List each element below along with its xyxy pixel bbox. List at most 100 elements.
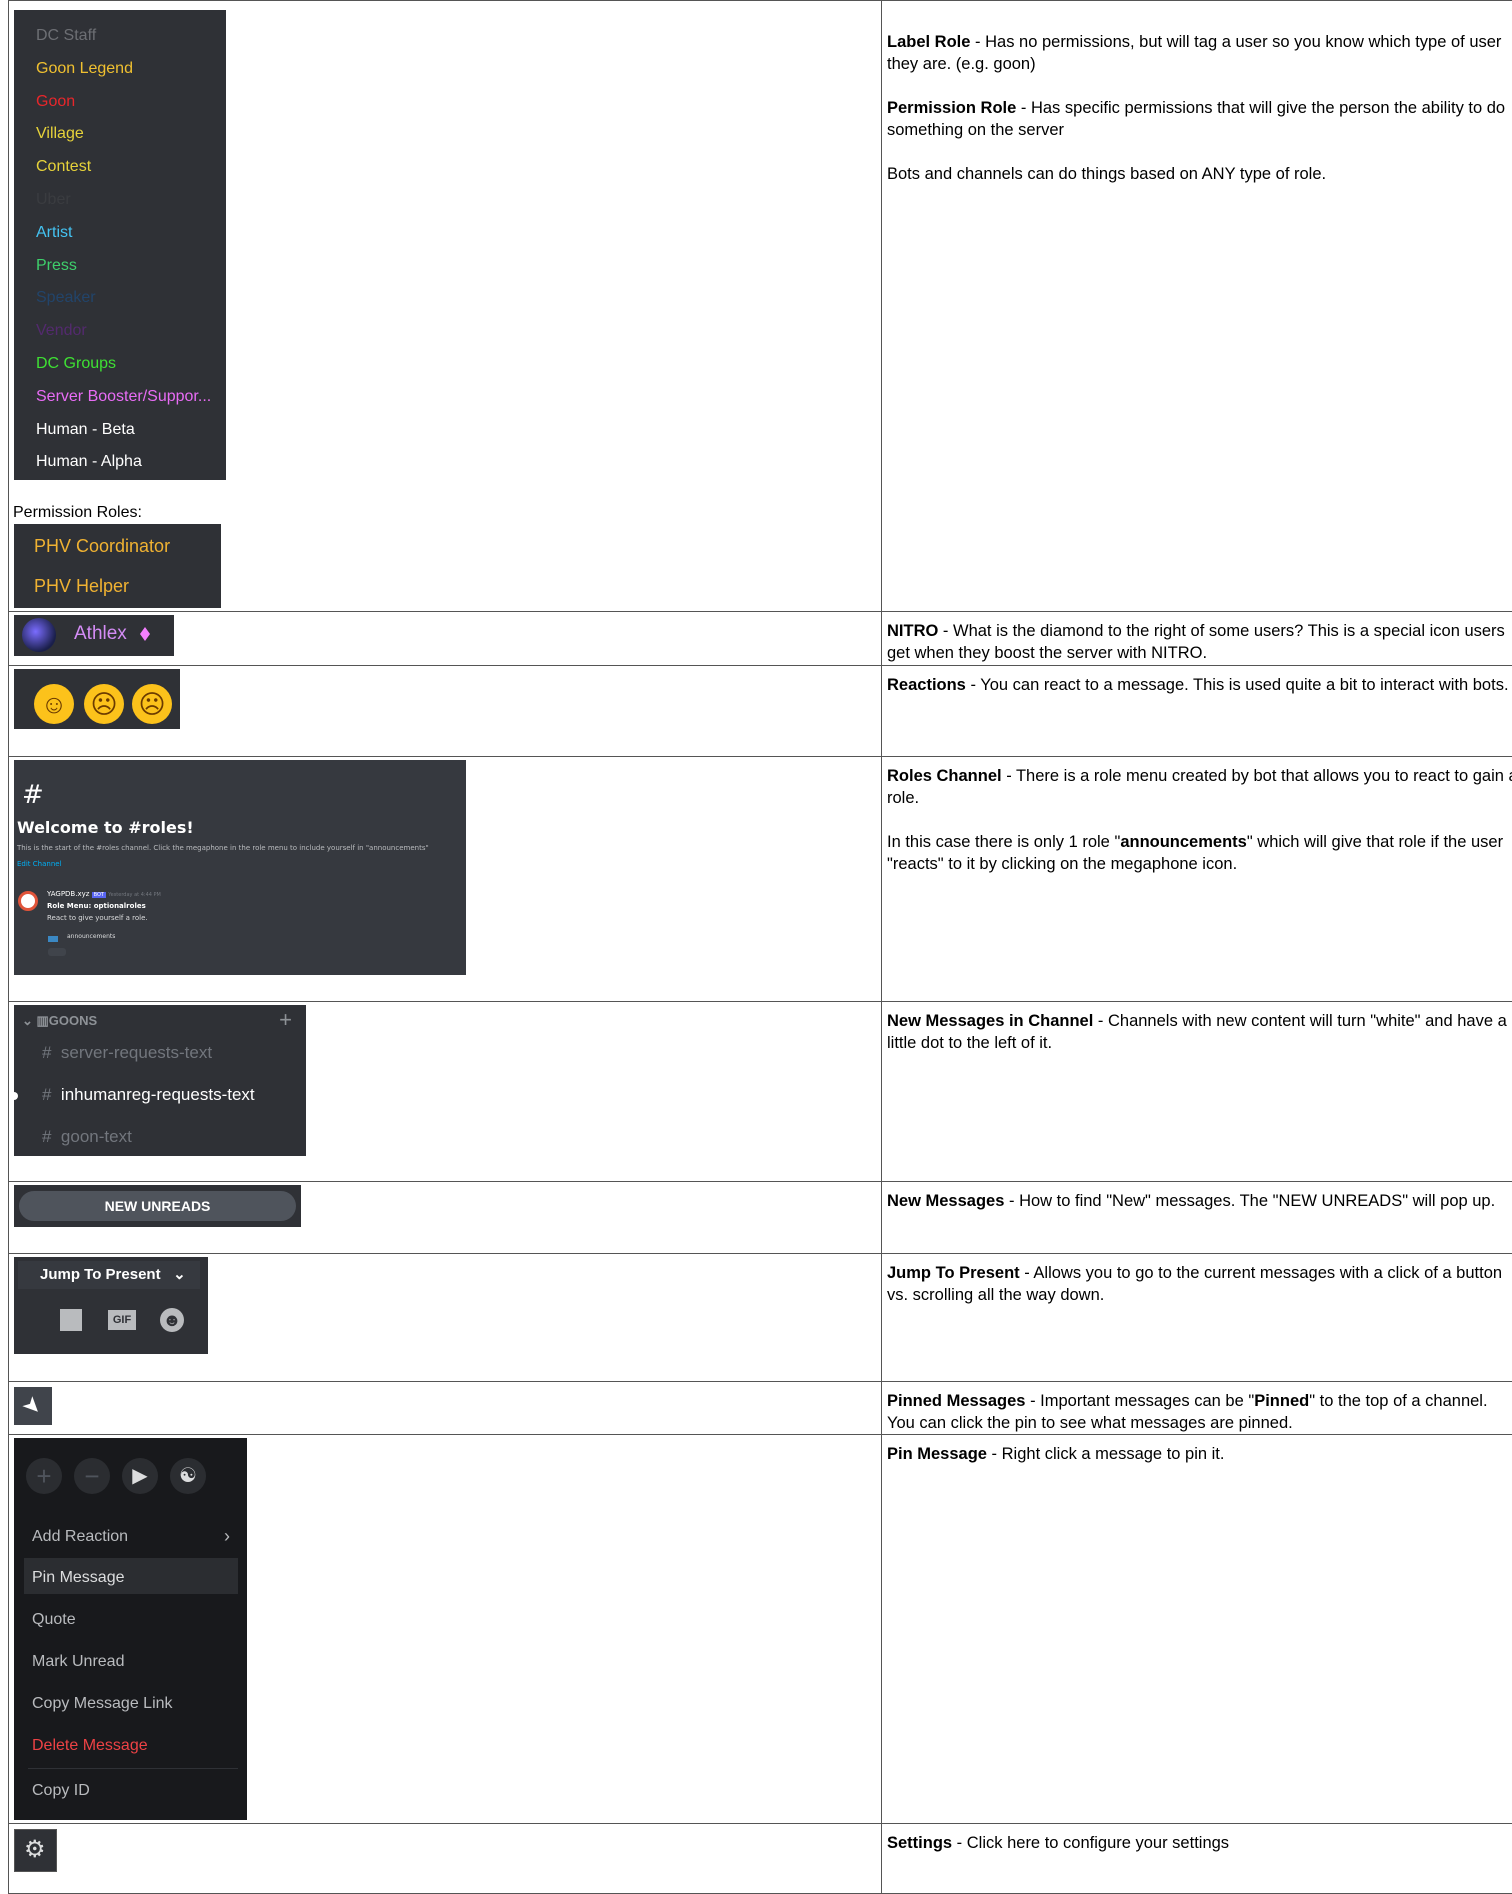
role-item: Goon bbox=[14, 86, 226, 119]
menu-copy-id[interactable]: Copy ID bbox=[32, 1782, 90, 1800]
megaphone-reaction-icon[interactable] bbox=[48, 948, 66, 956]
bot-time: Yesterday at 4:44 PM bbox=[108, 892, 161, 898]
role-item: DC Groups bbox=[14, 348, 226, 381]
role-option: announcements bbox=[67, 933, 115, 940]
remove-icon[interactable]: − bbox=[74, 1458, 110, 1494]
desc-text: - Has no permissions, but will tag a use… bbox=[887, 33, 1501, 73]
edit-channel-link[interactable]: Edit Channel bbox=[17, 860, 62, 868]
desc-emphasis: announcements bbox=[1120, 833, 1247, 851]
unreads-description: New Messages - How to find "New" message… bbox=[882, 1182, 1512, 1254]
pin-icon[interactable]: ➤ bbox=[14, 1387, 52, 1425]
menu-pin-message[interactable]: Pin Message bbox=[32, 1569, 125, 1587]
desc-title: New Messages bbox=[887, 1192, 1004, 1210]
message-context-menu: + − ▶ ☯ Add Reaction › Pin Message Quote… bbox=[14, 1438, 247, 1820]
jump-image-cell: Jump To Present ⌄ GIF ☻ bbox=[9, 1254, 882, 1382]
hash-icon: # bbox=[42, 1085, 51, 1104]
desc-emphasis: Pinned bbox=[1254, 1392, 1309, 1410]
desc-title: Pinned Messages bbox=[887, 1392, 1025, 1410]
pinned-image-cell: ➤ bbox=[9, 1382, 882, 1435]
desc-text: Bots and channels can do things based on… bbox=[887, 165, 1326, 183]
reactions-description: Reactions - You can react to a message. … bbox=[882, 666, 1512, 757]
add-channel-icon[interactable]: + bbox=[279, 1007, 292, 1033]
desc-title: New Messages in Channel bbox=[887, 1012, 1093, 1030]
yum-emoji-icon[interactable]: ☺ bbox=[34, 684, 74, 724]
hash-icon: # bbox=[42, 1127, 51, 1146]
menu-divider bbox=[28, 1768, 238, 1769]
role-item: DC Staff bbox=[14, 20, 226, 53]
desc-title: Jump To Present bbox=[887, 1264, 1020, 1282]
table-row: ⌄ ▥GOONS + # server-requests-text # inhu… bbox=[9, 1002, 1512, 1182]
table-row: DC StaffGoon LegendGoonVillageContestUbe… bbox=[9, 1, 1512, 612]
desc-text: In this case there is only 1 role " bbox=[887, 833, 1120, 851]
unread-dot-icon bbox=[14, 1092, 18, 1100]
hash-icon: # bbox=[22, 780, 44, 810]
reference-table: DC StaffGoon LegendGoonVillageContestUbe… bbox=[8, 0, 1512, 1894]
bot-avatar bbox=[18, 891, 38, 911]
desc-title: NITRO bbox=[887, 622, 938, 640]
unreads-image-cell: NEW UNREADS bbox=[9, 1182, 882, 1254]
gif-icon[interactable]: GIF bbox=[108, 1310, 136, 1330]
role-phv-coordinator: PHV Coordinator bbox=[14, 526, 221, 566]
user-chip: Athlex bbox=[14, 615, 174, 656]
settings-description: Settings - Click here to configure your … bbox=[882, 1824, 1512, 1894]
table-row: NEW UNREADS New Messages - How to find "… bbox=[9, 1182, 1512, 1254]
new-in-channel-description: New Messages in Channel - Channels with … bbox=[882, 1002, 1512, 1182]
roles-description: Label Role - Has no permissions, but wil… bbox=[882, 1, 1512, 612]
jump-to-present-bar: Jump To Present ⌄ GIF ☻ bbox=[14, 1257, 208, 1354]
desc-text: Important messages can be " bbox=[1040, 1392, 1254, 1410]
role-item: Uber bbox=[14, 184, 226, 217]
desc-title: Reactions bbox=[887, 676, 966, 694]
role-item: Human - Beta bbox=[14, 414, 226, 447]
table-row: ☺ ☹ ☹ Reactions - You can react to a mes… bbox=[9, 666, 1512, 757]
gift-icon[interactable] bbox=[60, 1309, 82, 1331]
channels-image-cell: ⌄ ▥GOONS + # server-requests-text # inhu… bbox=[9, 1002, 882, 1182]
add-icon[interactable]: + bbox=[26, 1458, 62, 1494]
megaphone-icon[interactable] bbox=[48, 936, 58, 942]
permission-roles-label: Permission Roles: bbox=[13, 504, 142, 522]
settings-image-cell: ⚙ bbox=[9, 1824, 882, 1894]
hash-icon: # bbox=[42, 1043, 51, 1062]
permission-roles-list: PHV Coordinator PHV Helper bbox=[14, 524, 221, 608]
channel-list: ⌄ ▥GOONS + # server-requests-text # inhu… bbox=[14, 1005, 306, 1156]
role-menu-title: Role Menu: optionalroles bbox=[47, 902, 146, 910]
nitro-image-cell: Athlex bbox=[9, 612, 882, 666]
nitro-description: NITRO - What is the diamond to the right… bbox=[882, 612, 1512, 666]
table-row: + − ▶ ☯ Add Reaction › Pin Message Quote… bbox=[9, 1435, 1512, 1824]
role-phv-helper: PHV Helper bbox=[14, 566, 221, 606]
welcome-heading: Welcome to #roles! bbox=[17, 818, 194, 837]
desc-text: - You can react to a message. This is us… bbox=[966, 676, 1509, 694]
channel-start-text: This is the start of the #roles channel.… bbox=[17, 844, 429, 852]
emoji-icon[interactable]: ☻ bbox=[160, 1308, 184, 1332]
role-item: Artist bbox=[14, 217, 226, 250]
role-item: Speaker bbox=[14, 282, 226, 315]
bot-tag: BOT bbox=[92, 892, 106, 898]
new-unreads-button[interactable]: NEW UNREADS bbox=[19, 1191, 296, 1221]
category-header[interactable]: ⌄ ▥GOONS bbox=[22, 1013, 97, 1029]
accessibility-icon[interactable]: ☯ bbox=[170, 1458, 206, 1494]
channel-item[interactable]: # server-requests-text bbox=[42, 1043, 212, 1063]
desc-title: Pin Message bbox=[887, 1445, 987, 1463]
username: Athlex bbox=[74, 623, 127, 645]
roles-image-cell: DC StaffGoon LegendGoonVillageContestUbe… bbox=[9, 1, 882, 612]
desc-text: - Right click a message to pin it. bbox=[987, 1445, 1225, 1463]
tired-emoji-icon[interactable]: ☹ bbox=[132, 684, 172, 724]
role-item: Village bbox=[14, 118, 226, 151]
pin-message-description: Pin Message - Right click a message to p… bbox=[882, 1435, 1512, 1824]
menu-copy-message-link[interactable]: Copy Message Link bbox=[32, 1695, 173, 1713]
desc-text: - How to find "New" messages. The "NEW U… bbox=[1004, 1192, 1495, 1210]
roles-channel-screenshot: # Welcome to #roles! This is the start o… bbox=[14, 760, 466, 975]
weary-emoji-icon[interactable]: ☹ bbox=[84, 684, 124, 724]
role-menu-sub: React to give yourself a role. bbox=[47, 914, 148, 922]
jump-to-present-button[interactable]: Jump To Present ⌄ bbox=[18, 1261, 200, 1289]
desc-title: Label Role bbox=[887, 33, 970, 51]
menu-delete-message[interactable]: Delete Message bbox=[32, 1737, 148, 1755]
channel-item[interactable]: # goon-text bbox=[42, 1127, 132, 1147]
desc-title: Settings bbox=[887, 1834, 952, 1852]
speaker-icon[interactable]: ▶ bbox=[122, 1458, 158, 1494]
menu-mark-unread[interactable]: Mark Unread bbox=[32, 1653, 124, 1671]
role-item: Goon Legend bbox=[14, 53, 226, 86]
gear-icon[interactable]: ⚙ bbox=[14, 1829, 57, 1872]
menu-quote[interactable]: Quote bbox=[32, 1611, 76, 1629]
channel-item-unread[interactable]: # inhumanreg-requests-text bbox=[42, 1085, 255, 1105]
menu-add-reaction[interactable]: Add Reaction bbox=[32, 1528, 128, 1546]
